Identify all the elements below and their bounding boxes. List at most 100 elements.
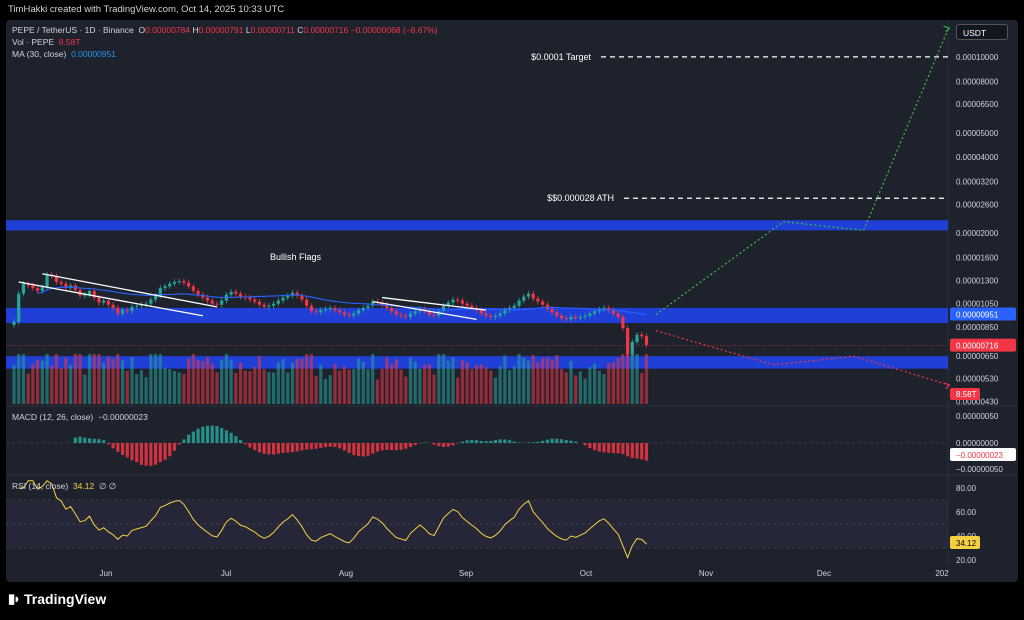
macd-histogram-bar: [116, 443, 120, 452]
volume-bar: [522, 357, 526, 404]
macd-histogram-bar: [305, 443, 309, 450]
candle-body: [248, 297, 252, 300]
macd-histogram-bar: [257, 443, 262, 453]
rsi-badge-value: 34.12: [956, 539, 977, 548]
macd-histogram-bar: [286, 443, 290, 453]
candle-body: [526, 293, 531, 297]
macd-histogram-bar: [238, 440, 243, 443]
macd-histogram-bar: [347, 443, 351, 453]
volume-bar: [205, 356, 210, 404]
candle-body: [559, 315, 564, 319]
candle-body: [356, 310, 361, 314]
volume-bar: [106, 356, 110, 404]
candle-body: [493, 315, 498, 317]
candle-body: [229, 291, 233, 295]
candle-body: [120, 310, 125, 314]
price-tick-label: 0.00001300: [956, 276, 999, 285]
macd-histogram-bar: [73, 437, 77, 443]
legend-close: 0.00000716: [303, 25, 349, 35]
macd-histogram-bar: [300, 443, 304, 451]
volume-bar: [149, 354, 153, 404]
legend-macd-value: −0.00000023: [97, 412, 148, 422]
volume-bar: [262, 369, 266, 404]
volume-bar: [163, 367, 167, 404]
volume-bar: [73, 354, 77, 404]
legend-rsi-label: RSI (14, close): [12, 481, 69, 491]
candle-body: [479, 310, 483, 314]
candle-body: [154, 295, 158, 300]
candle-body: [432, 314, 436, 316]
volume-bar: [182, 374, 186, 404]
projection-bullish-path-arrowhead: [943, 25, 951, 33]
volume-bar: [550, 359, 554, 404]
chart-canvas[interactable]: $0.0001 Target $$0.000028 ATH Bullish Flag…: [6, 20, 1018, 582]
volume-bar: [432, 374, 436, 404]
volume-bar: [559, 368, 564, 404]
macd-histogram-bar: [201, 426, 205, 443]
candle-body: [187, 282, 191, 287]
macd-histogram-bar: [243, 443, 247, 445]
price-tick-label: 0.00002000: [956, 229, 999, 238]
volume-bar: [517, 354, 521, 404]
tradingview-logo[interactable]: ▮◗ TradingView: [8, 591, 106, 607]
volume-bar: [220, 359, 224, 404]
candle-body: [45, 274, 49, 288]
candle-body: [272, 303, 276, 306]
volume-bar: [408, 357, 413, 404]
macd-histogram-bar: [626, 443, 630, 457]
volume-bar: [460, 360, 464, 404]
macd-histogram-bar: [408, 443, 413, 447]
candle-body: [205, 297, 210, 301]
macd-histogram-bar: [498, 439, 502, 443]
candle-body: [541, 301, 545, 305]
macd-histogram-bar: [196, 428, 200, 443]
legend-rsi-suffix: ∅ ∅: [98, 481, 117, 491]
volume-bar: [626, 354, 630, 404]
volume-bar: [111, 358, 115, 404]
volume-bar: [45, 354, 49, 404]
candle-body: [574, 316, 578, 319]
candle-body: [588, 313, 592, 316]
candle-body: [583, 315, 587, 317]
volume-bar: [300, 358, 304, 404]
volume-bar: [394, 359, 398, 404]
volume-bar: [229, 359, 233, 404]
legend-change: −0.00000068 (−8.67%): [350, 25, 438, 35]
time-tick-label: Nov: [699, 569, 713, 578]
macd-histogram-bar: [451, 443, 455, 446]
volume-bar: [87, 354, 92, 404]
macd-histogram-bar: [489, 440, 493, 443]
macd-histogram-bar: [479, 440, 483, 443]
macd-histogram-bar: [83, 437, 87, 443]
currency-button[interactable]: USDT: [956, 24, 1008, 40]
zone-support-upper: [6, 307, 948, 324]
time-tick-label: Sep: [459, 569, 474, 578]
volume-bar: [583, 378, 587, 404]
candle-body: [342, 312, 346, 315]
annotation-label-1: $$0.000028 ATH: [547, 193, 614, 203]
candle-body: [21, 283, 26, 294]
annotation-bullish-flags: Bullish Flags: [270, 252, 322, 262]
volume-bar: [644, 354, 649, 404]
volume-bar: [640, 373, 644, 404]
legend-ma-label: MA (30, close): [12, 49, 67, 59]
volume-bar: [347, 369, 351, 404]
price-tick-label: 0.00001600: [956, 254, 999, 263]
volume-bar: [470, 369, 474, 404]
candle-body: [512, 305, 516, 308]
volume-bar: [592, 363, 597, 404]
candle-body: [640, 334, 644, 337]
macd-histogram-bar: [267, 443, 271, 455]
legend-ma-value: 0.00000951: [71, 49, 116, 59]
macd-histogram-bar: [177, 443, 181, 445]
rsi-tick-label: 80.00: [956, 484, 977, 493]
candle-body: [210, 300, 214, 304]
candle-body: [503, 310, 507, 314]
chart-area[interactable]: $0.0001 Target $$0.000028 ATH Bullish Flag…: [6, 20, 1018, 582]
candle-body: [399, 314, 403, 316]
candle-body: [616, 313, 620, 317]
macd-histogram-bar: [144, 443, 148, 466]
macd-histogram-bar: [611, 443, 616, 454]
macd-histogram-bar: [390, 443, 394, 451]
macd-histogram-bar: [375, 443, 380, 452]
